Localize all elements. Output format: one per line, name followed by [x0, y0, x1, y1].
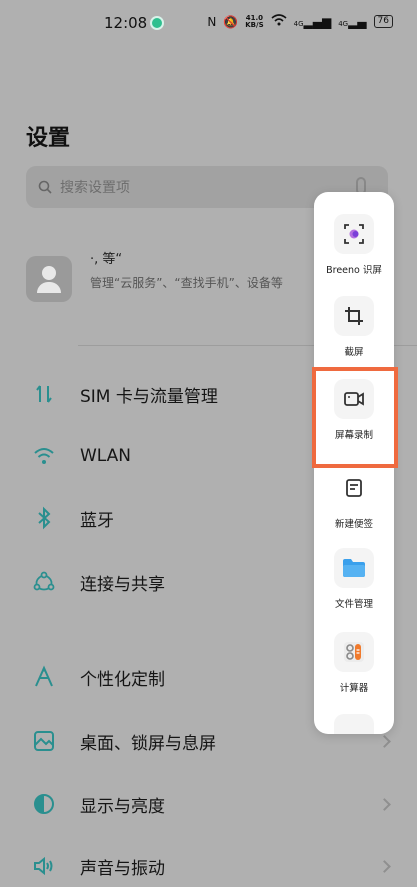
sidebar-tool-new-note[interactable]: 新建便签 — [314, 468, 394, 530]
mute-icon: 🔕 — [223, 14, 239, 29]
search-icon — [38, 180, 52, 194]
account-name: ·, 等“ — [90, 252, 123, 267]
sidebar-tool-label: 文件管理 — [334, 599, 373, 610]
signal-1-icon: 4G▂▄▆ — [293, 14, 332, 29]
sidebar-tool-label: 计算器 — [339, 683, 369, 694]
menu-label: 蓝牙 — [80, 510, 114, 531]
network-speed: 41.0 KB/S — [245, 14, 264, 29]
chevron-right-icon — [378, 797, 391, 811]
wifi-status-icon — [271, 14, 287, 29]
calculator-icon — [334, 632, 374, 672]
menu-item-sound[interactable]: 声音与振动 — [0, 841, 417, 887]
sidebar-tool-label: Breeno 识屏 — [326, 265, 382, 276]
display-icon — [34, 794, 54, 814]
sim-data-icon — [36, 385, 52, 403]
notification-dot-icon — [150, 16, 164, 30]
nfc-icon: N — [207, 14, 217, 29]
bluetooth-icon — [38, 506, 51, 530]
share-icon — [33, 571, 55, 591]
menu-label: 桌面、锁屏与息屏 — [80, 733, 216, 754]
battery-indicator: 76 — [373, 15, 393, 28]
search-placeholder: 搜索设置项 — [60, 180, 130, 196]
sidebar-tool-calculator[interactable]: 计算器 — [314, 632, 394, 694]
highlight-box — [312, 367, 398, 468]
account-description: 管理“云服务”、“查找手机”、设备等 — [90, 276, 283, 290]
sidebar-tool-files[interactable]: 文件管理 — [314, 548, 394, 610]
chevron-right-icon — [378, 859, 391, 873]
chevron-right-icon — [378, 734, 391, 748]
avatar — [26, 256, 72, 302]
status-bar: 12:08 N 🔕 41.0 KB/S 4G▂▄▆ 4G▂▄ 76 — [0, 0, 417, 46]
menu-label: 个性化定制 — [80, 669, 165, 690]
crop-icon — [334, 296, 374, 336]
signal-2-label: 4G — [338, 19, 349, 28]
sidebar-tool-label: 截屏 — [344, 347, 364, 358]
menu-label: SIM 卡与流量管理 — [80, 386, 218, 407]
menu-label: WLAN — [80, 446, 132, 466]
note-icon — [334, 468, 374, 508]
page-title: 设置 — [26, 125, 71, 151]
wallpaper-icon — [34, 731, 54, 751]
sidebar-tool-screenshot[interactable]: 截屏 — [314, 296, 394, 358]
wifi-icon — [34, 448, 54, 464]
status-time: 12:08 — [104, 14, 148, 32]
more-tools-peek[interactable] — [334, 714, 374, 734]
breeno-icon — [334, 214, 374, 254]
sound-icon — [34, 856, 53, 876]
menu-label: 声音与振动 — [80, 858, 165, 879]
personalize-icon — [35, 665, 53, 687]
menu-label: 显示与亮度 — [80, 796, 165, 817]
menu-item-display[interactable]: 显示与亮度 — [0, 779, 417, 829]
sidebar-tool-label: 新建便签 — [334, 519, 373, 530]
status-indicators: N 🔕 41.0 KB/S 4G▂▄▆ 4G▂▄ 76 — [207, 14, 393, 29]
folder-icon — [334, 548, 374, 588]
speed-unit: KB/S — [245, 20, 264, 29]
menu-label: 连接与共享 — [80, 574, 165, 595]
signal-2-icon: 4G▂▄ — [338, 14, 367, 29]
signal-1-label: 4G — [293, 19, 304, 28]
sidebar-tool-breeno[interactable]: Breeno 识屏 — [314, 214, 394, 276]
